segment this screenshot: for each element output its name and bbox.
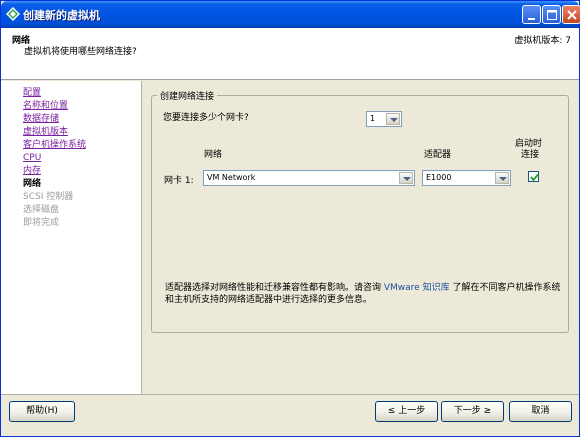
chevron-down-icon[interactable] <box>399 172 413 184</box>
chevron-down-icon[interactable] <box>386 113 400 125</box>
vm-version-label: 虚拟机版本: 7 <box>514 36 571 46</box>
cancel-button[interactable]: 取消 <box>509 401 572 422</box>
nav-step-memory[interactable]: 内存 <box>23 165 41 177</box>
column-header-network: 网络 <box>204 150 223 160</box>
window-title: 创建新的虚拟机 <box>23 9 100 22</box>
back-button[interactable]: ≤ 上一步 <box>375 401 438 422</box>
help-button[interactable]: 帮助(H) <box>9 401 75 422</box>
column-header-connect-line2: 连接 <box>521 150 540 160</box>
next-button[interactable]: 下一步 ≥ <box>441 401 504 422</box>
close-icon <box>567 10 577 20</box>
adapter-select[interactable]: E1000 <box>422 170 511 186</box>
wizard-header: 网络 虚拟机将使用哪些网络连接? 虚拟机版本: 7 <box>1 28 579 80</box>
nav-step-config[interactable]: 配置 <box>23 87 41 99</box>
group-title: 创建网络连接 <box>157 89 218 102</box>
nav-step-ready: 即将完成 <box>23 218 60 228</box>
adapter-value: E1000 <box>426 173 452 182</box>
network-value: VM Network <box>207 173 256 182</box>
maximize-button[interactable] <box>542 5 561 24</box>
nav-step-cpu[interactable]: CPU <box>23 152 41 164</box>
nav-step-scsi-controller: SCSI 控制器 <box>23 192 74 202</box>
nic-count-select[interactable]: 1 <box>366 111 402 127</box>
connect-at-power-on-checkbox[interactable] <box>528 171 539 182</box>
nav-step-guest-os[interactable]: 客户机操作系统 <box>23 139 86 151</box>
nav-step-name-location[interactable]: 名称和位置 <box>23 100 68 112</box>
wizard-step-nav: 配置 名称和位置 数据存储 虚拟机版本 客户机操作系统 CPU 内存 网络 SC… <box>1 81 142 394</box>
minimize-button[interactable] <box>522 5 541 24</box>
nic-1-label: 网卡 1: <box>164 176 194 186</box>
minimize-icon <box>528 18 535 20</box>
column-header-adapter: 适配器 <box>424 150 452 160</box>
nav-step-select-disk: 选择磁盘 <box>23 205 60 215</box>
info-text-before: 适配器选择对网络性能和迁移兼容性都有影响。请咨询 <box>165 283 384 293</box>
vm-app-icon <box>6 7 20 21</box>
title-bar[interactable]: 创建新的虚拟机 <box>1 1 580 28</box>
checkmark-icon <box>530 173 539 182</box>
nav-step-vm-version[interactable]: 虚拟机版本 <box>23 126 68 138</box>
nav-step-datastore[interactable]: 数据存储 <box>23 113 59 125</box>
footer-divider <box>1 394 579 395</box>
vmware-kb-link[interactable]: VMware 知识库 <box>384 283 450 293</box>
network-select[interactable]: VM Network <box>203 170 415 186</box>
close-button[interactable] <box>562 5 580 24</box>
page-subtitle: 虚拟机将使用哪些网络连接? <box>24 47 137 57</box>
nic-count-question: 您要连接多少个网卡? <box>163 113 249 123</box>
adapter-info-text: 适配器选择对网络性能和迁移兼容性都有影响。请咨询 VMware 知识库 了解在不… <box>165 282 565 306</box>
maximize-icon <box>547 10 557 20</box>
chevron-down-icon[interactable] <box>495 172 509 184</box>
nic-count-value: 1 <box>370 114 376 123</box>
dialog-window: 创建新的虚拟机 网络 虚拟机将使用哪些网络连接? 虚拟机版本: 7 配置 名称和… <box>0 0 580 437</box>
nav-step-network: 网络 <box>23 179 42 189</box>
